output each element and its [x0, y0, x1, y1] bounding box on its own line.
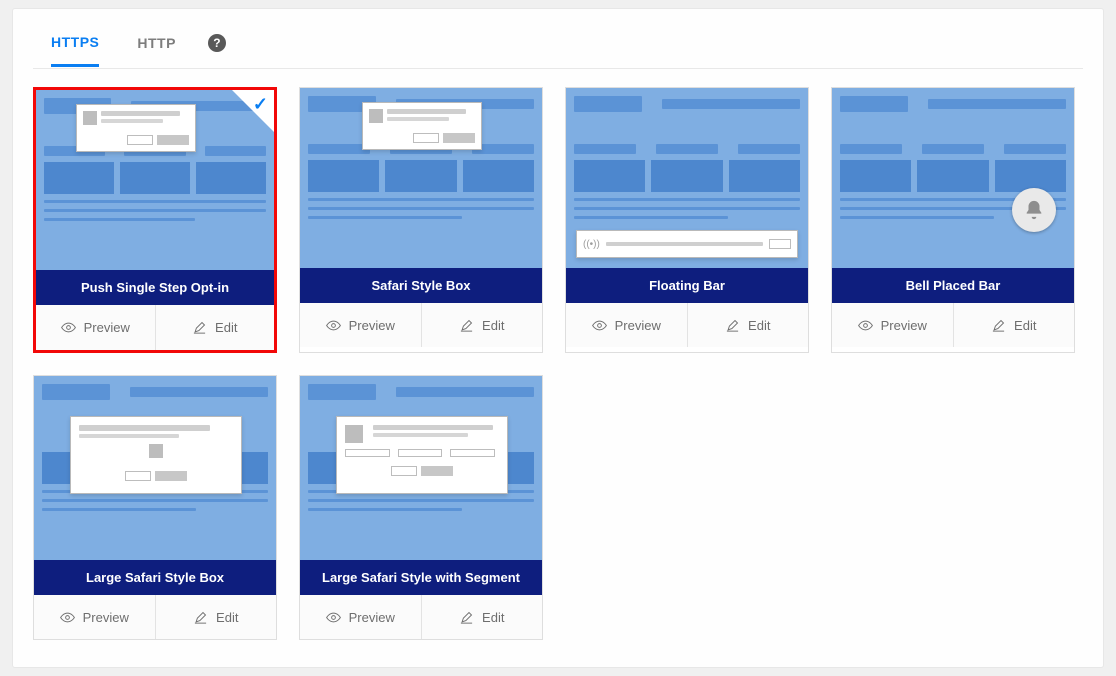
template-actions: Preview Edit	[300, 595, 542, 639]
template-actions: Preview Edit	[36, 305, 274, 350]
preview-button[interactable]: Preview	[300, 595, 421, 639]
preview-button[interactable]: Preview	[36, 305, 155, 350]
template-grid: Push Single Step Opt-in Preview Edit	[33, 87, 1083, 640]
template-thumbnail	[300, 376, 542, 560]
preview-button[interactable]: Preview	[832, 303, 953, 347]
eye-icon	[858, 318, 873, 333]
template-title: Safari Style Box	[300, 268, 542, 303]
template-thumbnail: ((•))	[566, 88, 808, 268]
template-card-large-safari-style-segment[interactable]: Large Safari Style with Segment Preview …	[299, 375, 543, 640]
template-title: Push Single Step Opt-in	[36, 270, 274, 305]
eye-icon	[61, 320, 76, 335]
pencil-icon	[991, 318, 1006, 333]
eye-icon	[592, 318, 607, 333]
edit-label: Edit	[748, 318, 770, 333]
preview-button[interactable]: Preview	[566, 303, 687, 347]
template-actions: Preview Edit	[34, 595, 276, 639]
template-title: Floating Bar	[566, 268, 808, 303]
edit-button[interactable]: Edit	[953, 303, 1075, 347]
template-thumbnail	[300, 88, 542, 268]
edit-button[interactable]: Edit	[155, 595, 277, 639]
template-title: Bell Placed Bar	[832, 268, 1074, 303]
preview-label: Preview	[84, 320, 130, 335]
floating-bar-icon: ((•))	[576, 230, 798, 258]
edit-button[interactable]: Edit	[687, 303, 809, 347]
preview-label: Preview	[349, 610, 395, 625]
template-thumbnail	[832, 88, 1074, 268]
protocol-tabs: HTTPS HTTP ?	[33, 17, 1083, 69]
template-thumbnail	[36, 90, 274, 270]
preview-label: Preview	[83, 610, 129, 625]
tab-http[interactable]: HTTP	[137, 21, 176, 65]
edit-label: Edit	[216, 610, 238, 625]
dialog-large-icon	[70, 416, 242, 494]
edit-button[interactable]: Edit	[421, 595, 543, 639]
template-card-safari-style-box[interactable]: Safari Style Box Preview Edit	[299, 87, 543, 353]
preview-label: Preview	[349, 318, 395, 333]
template-panel: HTTPS HTTP ? Push Single Step Opt-in	[12, 8, 1104, 668]
template-card-floating-bar[interactable]: ((•)) Floating Bar Preview Edit	[565, 87, 809, 353]
edit-label: Edit	[482, 610, 504, 625]
template-actions: Preview Edit	[566, 303, 808, 347]
bell-icon	[1012, 188, 1056, 232]
template-title: Large Safari Style Box	[34, 560, 276, 595]
tab-https[interactable]: HTTPS	[51, 20, 99, 67]
template-actions: Preview Edit	[300, 303, 542, 347]
help-icon[interactable]: ?	[208, 34, 226, 52]
pencil-icon	[725, 318, 740, 333]
preview-label: Preview	[615, 318, 661, 333]
template-card-push-single-step[interactable]: Push Single Step Opt-in Preview Edit	[33, 87, 277, 353]
template-actions: Preview Edit	[832, 303, 1074, 347]
pencil-icon	[459, 610, 474, 625]
edit-label: Edit	[482, 318, 504, 333]
pencil-icon	[192, 320, 207, 335]
preview-label: Preview	[881, 318, 927, 333]
eye-icon	[326, 318, 341, 333]
signal-icon: ((•))	[583, 239, 600, 250]
dialog-large-segment-icon	[336, 416, 508, 494]
edit-label: Edit	[215, 320, 237, 335]
dialog-center-icon	[362, 102, 482, 150]
pencil-icon	[459, 318, 474, 333]
template-title: Large Safari Style with Segment	[300, 560, 542, 595]
edit-label: Edit	[1014, 318, 1036, 333]
template-thumbnail	[34, 376, 276, 560]
template-card-bell-placed-bar[interactable]: Bell Placed Bar Preview Edit	[831, 87, 1075, 353]
pencil-icon	[193, 610, 208, 625]
edit-button[interactable]: Edit	[155, 305, 275, 350]
template-card-large-safari-style-box[interactable]: Large Safari Style Box Preview Edit	[33, 375, 277, 640]
dialog-small-icon	[76, 104, 196, 152]
edit-button[interactable]: Edit	[421, 303, 543, 347]
eye-icon	[60, 610, 75, 625]
preview-button[interactable]: Preview	[300, 303, 421, 347]
eye-icon	[326, 610, 341, 625]
preview-button[interactable]: Preview	[34, 595, 155, 639]
